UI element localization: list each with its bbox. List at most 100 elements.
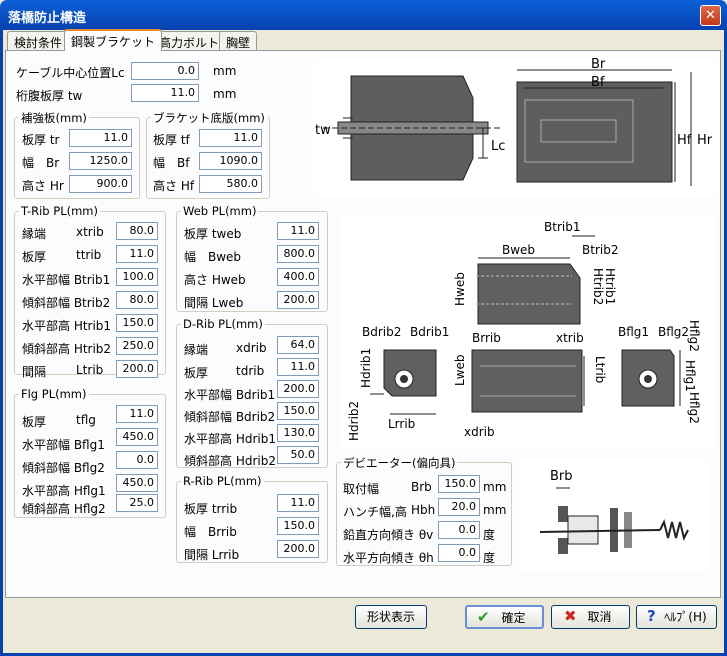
ltrib-input[interactable]: 200.0 bbox=[116, 360, 158, 378]
tab-kyouheki[interactable]: 胸壁 bbox=[219, 31, 258, 51]
lc-unit: mm bbox=[213, 64, 237, 78]
bf-input[interactable]: 1090.0 bbox=[199, 152, 262, 170]
trib-label-0: 縁端 bbox=[22, 227, 47, 241]
lrrib-label: 間隔 Lrrib bbox=[184, 548, 240, 562]
bflg1-input[interactable]: 450.0 bbox=[116, 428, 158, 446]
hbh-label: ハンチ幅,高 bbox=[343, 505, 407, 519]
hbh-input[interactable]: 20.0 bbox=[438, 498, 480, 516]
xtrib-input[interactable]: 80.0 bbox=[116, 222, 158, 240]
flg-label-3: 水平部高 Hflg1 bbox=[22, 484, 106, 498]
rib-detail-diagram: Btrib1 Btrib2 Bweb Hweb Htrib2 Htrib1 Br… bbox=[340, 216, 714, 448]
check-icon: ✔ bbox=[477, 608, 490, 626]
thetav-label: 鉛直方向傾き θv bbox=[343, 528, 434, 542]
htrib2-dim-label: Htrib2 bbox=[591, 268, 605, 305]
brb-input[interactable]: 150.0 bbox=[438, 475, 480, 493]
trib-title: T-Rib PL(mm) bbox=[19, 204, 100, 218]
trib-sym-0: xtrib bbox=[76, 225, 104, 239]
bf-label: 幅 Bf bbox=[153, 156, 190, 170]
deviator-shape bbox=[539, 487, 689, 554]
ok-button[interactable]: ✔ 確定 bbox=[465, 605, 544, 629]
xtrib-dim-label: xtrib bbox=[556, 331, 584, 345]
thetah-label: 水平方向傾き θh bbox=[343, 551, 434, 565]
hf-input[interactable]: 580.0 bbox=[199, 175, 262, 193]
brb-unit: mm bbox=[483, 480, 507, 494]
tflg-input[interactable]: 11.0 bbox=[116, 405, 158, 423]
tdrib-input[interactable]: 11.0 bbox=[277, 358, 319, 376]
trib-sym-6: Ltrib bbox=[76, 363, 104, 377]
hweb-dim-label: Hweb bbox=[453, 272, 467, 306]
lc-dim-label: Lc bbox=[491, 139, 505, 154]
help-label: ﾍﾙﾌﾟ(H) bbox=[664, 610, 707, 624]
lweb-input[interactable]: 200.0 bbox=[277, 291, 319, 309]
thetav-input[interactable]: 0.0 bbox=[438, 521, 480, 539]
ttrib-input[interactable]: 11.0 bbox=[116, 245, 158, 263]
brb-label: 取付幅 bbox=[343, 482, 380, 496]
tw-unit: mm bbox=[213, 87, 237, 101]
tw-label: 桁腹板厚 tw bbox=[16, 89, 83, 103]
top-view-shape bbox=[476, 235, 595, 325]
close-button[interactable]: ✕ bbox=[700, 5, 721, 26]
hflg1-input[interactable]: 450.0 bbox=[116, 474, 158, 492]
tweb-input[interactable]: 11.0 bbox=[277, 222, 319, 240]
btrib1-input[interactable]: 100.0 bbox=[116, 268, 158, 286]
br-label: 幅 Br bbox=[22, 156, 60, 170]
hdrib1-input[interactable]: 130.0 bbox=[277, 424, 319, 442]
trib-label-6: 間隔 bbox=[22, 365, 47, 379]
lrrib-input[interactable]: 200.0 bbox=[277, 540, 319, 558]
tr-input[interactable]: 11.0 bbox=[69, 129, 132, 147]
thetah-unit: 度 bbox=[483, 551, 496, 565]
drib-label-4: 水平部高 Hdrib1 bbox=[184, 432, 276, 446]
lc-input[interactable]: 0.0 bbox=[131, 62, 199, 80]
help-icon: ? bbox=[647, 607, 656, 625]
tw-input[interactable]: 11.0 bbox=[131, 84, 199, 102]
xdrib-input[interactable]: 64.0 bbox=[277, 336, 319, 354]
trrib-label: 板厚 trrib bbox=[184, 502, 238, 516]
tf-input[interactable]: 11.0 bbox=[199, 129, 262, 147]
xdrib-dim-label: xdrib bbox=[464, 425, 495, 439]
bdrib2-input[interactable]: 150.0 bbox=[277, 402, 319, 420]
drib-label-1: 板厚 bbox=[184, 366, 209, 380]
thetah-input[interactable]: 0.0 bbox=[438, 544, 480, 562]
hflg2-top-dim-label: Hflg2 bbox=[687, 320, 701, 352]
shape-display-button[interactable]: 形状表示 bbox=[355, 605, 427, 629]
flg-label-0: 板厚 bbox=[22, 415, 47, 429]
cancel-x-icon: ✖ bbox=[564, 607, 577, 625]
tab-kento[interactable]: 検討条件 bbox=[7, 31, 70, 51]
br-input[interactable]: 1250.0 bbox=[69, 152, 132, 170]
brrib-input[interactable]: 150.0 bbox=[277, 517, 319, 535]
btrib2-input[interactable]: 80.0 bbox=[116, 291, 158, 309]
btrib1-dim-label: Btrib1 bbox=[544, 220, 580, 234]
tw-dim-label: tw bbox=[315, 123, 331, 138]
drib-label-3: 傾斜部幅 Bdrib2 bbox=[184, 410, 276, 424]
hdrib2-input[interactable]: 50.0 bbox=[277, 446, 319, 464]
bweb-input[interactable]: 800.0 bbox=[277, 245, 319, 263]
drib-label-2: 水平部幅 Bdrib1 bbox=[184, 388, 276, 402]
trrib-input[interactable]: 11.0 bbox=[277, 494, 319, 512]
hr-input[interactable]: 900.0 bbox=[69, 175, 132, 193]
thetav-unit: 度 bbox=[483, 528, 496, 542]
htrib1-input[interactable]: 150.0 bbox=[116, 314, 158, 332]
bweb-label: 幅 Bweb bbox=[184, 250, 242, 264]
tweb-label: 板厚 tweb bbox=[184, 227, 242, 241]
bracket-base-title: ブラケット底版(mm) bbox=[151, 110, 267, 126]
hflg2-input[interactable]: 25.0 bbox=[116, 494, 158, 512]
deviator-title: デビエーター(偏向具) bbox=[341, 455, 458, 471]
rrib-title: R-Rib PL(mm) bbox=[181, 474, 264, 488]
tab-bracket[interactable]: 鋼製ブラケット bbox=[64, 29, 163, 51]
htrib2-input[interactable]: 250.0 bbox=[116, 337, 158, 355]
bdrib1-input[interactable]: 200.0 bbox=[277, 380, 319, 398]
flg-label-2: 傾斜部幅 Bflg2 bbox=[22, 461, 105, 475]
hdrib1-dim-label: Hdrib1 bbox=[359, 348, 373, 388]
hf-dim-label: Hf bbox=[677, 133, 692, 148]
hweb-input[interactable]: 400.0 bbox=[277, 268, 319, 286]
bflg2-input[interactable]: 0.0 bbox=[116, 451, 158, 469]
help-button[interactable]: ? ﾍﾙﾌﾟ(H) bbox=[636, 605, 717, 629]
hbh-unit: mm bbox=[483, 503, 507, 517]
lweb-label: 間隔 Lweb bbox=[184, 296, 244, 310]
tab-bolt[interactable]: 高力ボルト bbox=[152, 31, 227, 51]
cancel-button[interactable]: ✖ 取消 bbox=[551, 605, 630, 629]
hbh-sym: Hbh bbox=[411, 503, 436, 517]
window-title: 落橋防止構造 bbox=[8, 11, 87, 26]
htrib1-dim-label: Htrib1 bbox=[603, 268, 617, 305]
bf-dim-label: Bf bbox=[591, 75, 605, 90]
